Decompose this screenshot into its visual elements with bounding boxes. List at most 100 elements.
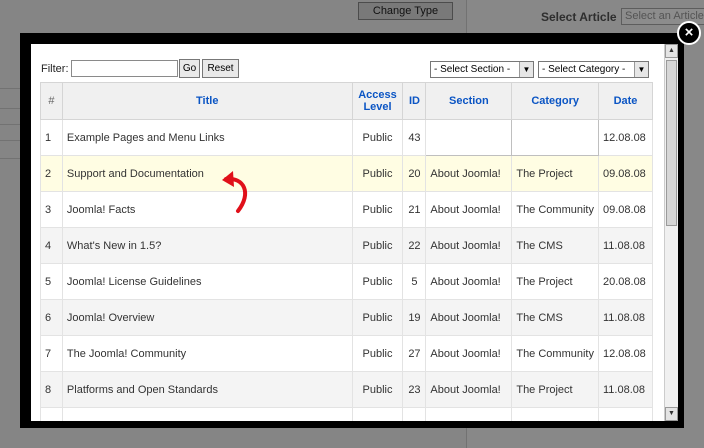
row-category: The Community — [511, 335, 599, 372]
header-date[interactable]: Date — [597, 82, 654, 120]
row-id: 20 — [402, 155, 427, 192]
row-section — [425, 119, 513, 156]
table-row: 1 Example Pages and Menu Links Public 43… — [40, 119, 654, 156]
row-category — [511, 119, 599, 156]
row-date: 09.08.08 — [597, 191, 654, 228]
header-number: # — [40, 82, 63, 120]
category-select[interactable]: - Select Category - ▼ — [538, 61, 649, 78]
row-number: 1 — [40, 119, 63, 156]
row-id — [402, 407, 427, 421]
row-id: 5 — [402, 263, 427, 300]
row-date: 09.08.08 — [597, 155, 654, 192]
filter-label: Filter: — [41, 63, 69, 75]
header-category[interactable]: Category — [511, 82, 599, 120]
row-number: 8 — [40, 371, 63, 408]
filter-input[interactable] — [71, 60, 178, 77]
table-row: 4 What's New in 1.5? Public 22 About Joo… — [40, 227, 654, 264]
table-row: 8 Platforms and Open Standards Public 23… — [40, 371, 654, 408]
row-access: Public — [351, 155, 404, 192]
section-select-value: - Select Section - — [434, 64, 511, 75]
table-row: 3 Joomla! Facts Public 21 About Joomla! … — [40, 191, 654, 228]
vertical-scrollbar[interactable]: ▲ ▼ — [664, 44, 678, 421]
row-access: Public — [351, 119, 404, 156]
row-category: The Project — [511, 263, 599, 300]
row-number: 6 — [40, 299, 63, 336]
row-date: 12.08.08 — [597, 119, 654, 156]
row-category: The Project — [511, 371, 599, 408]
row-access: Public — [351, 227, 404, 264]
row-access — [351, 407, 404, 421]
row-section: About Joomla! — [425, 299, 513, 336]
close-icon[interactable]: × — [677, 21, 701, 45]
chevron-down-icon: ▼ — [519, 62, 533, 77]
chevron-down-icon: ▼ — [634, 62, 648, 77]
row-id: 21 — [402, 191, 427, 228]
row-number — [40, 407, 63, 421]
articles-table: # Title Access Level ID Section Category… — [40, 82, 654, 421]
table-row: 5 Joomla! License Guidelines Public 5 Ab… — [40, 263, 654, 300]
row-section: About Joomla! — [425, 155, 513, 192]
row-section: About Joomla! — [425, 371, 513, 408]
article-title-link[interactable]: Platforms and Open Standards — [61, 371, 353, 408]
row-number: 2 — [40, 155, 63, 192]
row-id: 23 — [402, 371, 427, 408]
header-title[interactable]: Title — [61, 82, 353, 120]
row-access: Public — [351, 299, 404, 336]
row-id: 27 — [402, 335, 427, 372]
header-section[interactable]: Section — [425, 82, 513, 120]
row-number: 3 — [40, 191, 63, 228]
curved-arrow-icon — [222, 171, 248, 213]
article-title-link[interactable] — [61, 407, 353, 421]
row-section: About Joomla! — [425, 335, 513, 372]
row-date: 11.08.08 — [597, 299, 654, 336]
table-row — [40, 407, 654, 421]
row-number: 4 — [40, 227, 63, 264]
article-title-link[interactable]: The Joomla! Community — [61, 335, 353, 372]
row-id: 43 — [402, 119, 427, 156]
row-date: 11.08.08 — [597, 371, 654, 408]
row-category: The CMS — [511, 227, 599, 264]
row-id: 22 — [402, 227, 427, 264]
header-id[interactable]: ID — [402, 82, 427, 120]
table-header-row: # Title Access Level ID Section Category… — [40, 82, 654, 120]
row-date: 11.08.08 — [597, 227, 654, 264]
filter-bar: Filter: Go Reset - Select Section - ▼ - … — [41, 58, 661, 78]
row-section: About Joomla! — [425, 227, 513, 264]
row-access: Public — [351, 335, 404, 372]
row-access: Public — [351, 263, 404, 300]
go-button[interactable]: Go — [179, 59, 200, 78]
article-title-link[interactable]: Support and Documentation — [61, 155, 353, 192]
article-title-link[interactable]: Example Pages and Menu Links — [61, 119, 353, 156]
row-section — [425, 407, 513, 421]
row-date: 20.08.08 — [597, 263, 654, 300]
row-id: 19 — [402, 299, 427, 336]
table-row: 7 The Joomla! Community Public 27 About … — [40, 335, 654, 372]
row-section: About Joomla! — [425, 263, 513, 300]
reset-button[interactable]: Reset — [202, 59, 239, 78]
row-category: The CMS — [511, 299, 599, 336]
scroll-up-arrow-icon[interactable]: ▲ — [665, 44, 678, 58]
modal-content: Filter: Go Reset - Select Section - ▼ - … — [31, 44, 678, 421]
row-date — [597, 407, 654, 421]
category-select-value: - Select Category - — [542, 64, 626, 75]
table-row: 2 Support and Documentation Public 20 Ab… — [40, 155, 654, 192]
row-category: The Project — [511, 155, 599, 192]
row-category — [511, 407, 599, 421]
row-category: The Community — [511, 191, 599, 228]
article-title-link[interactable]: Joomla! License Guidelines — [61, 263, 353, 300]
article-title-link[interactable]: Joomla! Overview — [61, 299, 353, 336]
row-number: 5 — [40, 263, 63, 300]
article-title-link[interactable]: Joomla! Facts — [61, 191, 353, 228]
article-select-modal: Filter: Go Reset - Select Section - ▼ - … — [20, 33, 684, 428]
scroll-down-arrow-icon[interactable]: ▼ — [665, 407, 678, 421]
scrollbar-thumb[interactable] — [666, 60, 677, 226]
row-access: Public — [351, 191, 404, 228]
row-access: Public — [351, 371, 404, 408]
section-select[interactable]: - Select Section - ▼ — [430, 61, 534, 78]
row-number: 7 — [40, 335, 63, 372]
row-date: 12.08.08 — [597, 335, 654, 372]
header-access-level[interactable]: Access Level — [351, 82, 404, 120]
article-title-link[interactable]: What's New in 1.5? — [61, 227, 353, 264]
row-section: About Joomla! — [425, 191, 513, 228]
table-row: 6 Joomla! Overview Public 19 About Jooml… — [40, 299, 654, 336]
